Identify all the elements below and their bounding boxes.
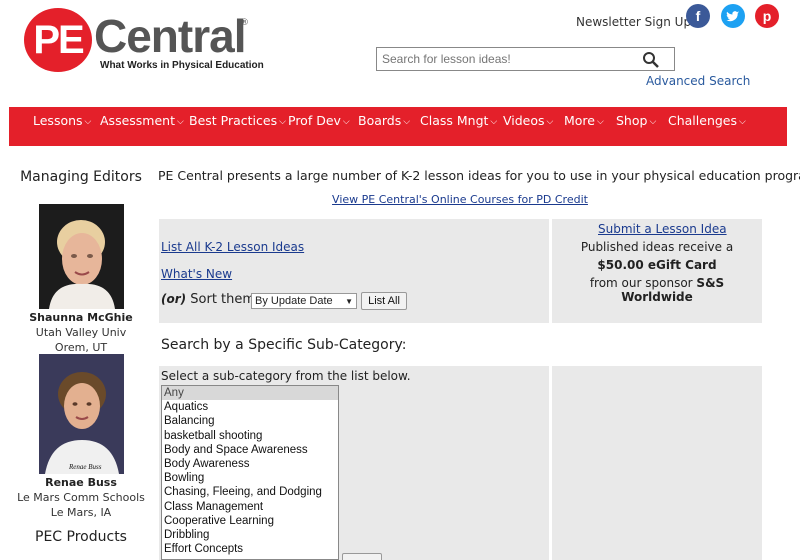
subcategory-option[interactable]: Body Awareness (162, 457, 338, 471)
managing-editors-title: Managing Editors (20, 169, 142, 185)
gift-card-amount: $50.00 eGift Card (597, 258, 717, 272)
editor-affiliation: Utah Valley Univ (35, 326, 127, 339)
nav-assessment-label: Assessment (100, 113, 175, 128)
list-all-button[interactable]: List All (361, 292, 407, 310)
chevron-down-icon: ⌵ (176, 117, 184, 127)
nav-more-label: More (564, 113, 595, 128)
subcategory-option[interactable]: Effort Concepts (162, 542, 338, 556)
editor-name: Renae Buss (45, 476, 117, 489)
portrait-image (39, 354, 124, 474)
chevron-down-icon: ⌵ (597, 117, 604, 127)
editor-location: Le Mars, IA (50, 506, 112, 519)
nav-boards-label: Boards (358, 113, 402, 128)
photo-caption: Renae Buss (69, 463, 102, 471)
pe-central-logo[interactable]: PE Central ® What Works in Physical Educ… (24, 8, 264, 76)
logo-pe-badge: PE (24, 8, 92, 72)
intro-text: PE Central presents a large number of K-… (158, 168, 800, 183)
sponsor-prefix: from our sponsor (589, 276, 693, 290)
subcategory-instructions: Select a sub-category from the list belo… (161, 369, 411, 383)
nav-lessons-label: Lessons (33, 113, 83, 128)
sort-label: Sort them: (190, 292, 260, 307)
sort-select-value: By Update Date (255, 295, 333, 307)
editor-affiliation: Le Mars Comm Schools (17, 491, 145, 504)
editor-location: Orem, UT (54, 341, 108, 354)
whats-new-link[interactable]: What's New (161, 267, 232, 281)
subcategory-option[interactable]: Balancing (162, 414, 338, 428)
nav-videos[interactable]: Videos ⌵ (503, 107, 553, 146)
subcategory-side-panel (552, 366, 762, 560)
nav-assessment[interactable]: Assessment ⌵ (100, 107, 184, 146)
sponsor-line: from our sponsor S&S Worldwide (552, 276, 762, 304)
submit-info-line1: Published ideas receive a (580, 240, 734, 254)
nav-shop[interactable]: Shop ⌵ (616, 107, 656, 146)
nav-boards[interactable]: Boards ⌵ (358, 107, 410, 146)
subcategory-option[interactable]: Dribbling (162, 528, 338, 542)
sort-select[interactable]: By Update Date ▼ (251, 293, 357, 309)
editor-photo-shaunna[interactable] (39, 204, 124, 309)
logo-tagline: What Works in Physical Education (100, 60, 264, 71)
chevron-down-icon: ⌵ (649, 117, 657, 127)
subcategory-option[interactable]: Body and Space Awareness (162, 443, 338, 457)
chevron-down-icon: ⌵ (739, 117, 746, 127)
submit-lesson-link[interactable]: Submit a Lesson Idea (598, 222, 727, 236)
nav-best-practices[interactable]: Best Practices ⌵ (189, 107, 286, 146)
subcategory-option[interactable]: Chasing, Fleeing, and Dodging (162, 485, 338, 499)
nav-challenges-label: Challenges (668, 113, 738, 128)
subcategory-option[interactable]: Bowling (162, 471, 338, 485)
subcategory-listbox[interactable]: Any Aquatics Balancing basketball shooti… (161, 385, 339, 560)
facebook-icon[interactable]: f (686, 4, 710, 28)
chevron-down-icon: ⌵ (342, 117, 350, 127)
newsletter-signup-link[interactable]: Newsletter Sign Up! (576, 15, 696, 29)
nav-more[interactable]: More ⌵ (564, 107, 604, 146)
editor-name: Shaunna McGhie (29, 311, 133, 324)
twitter-icon[interactable] (721, 4, 745, 28)
nav-shop-label: Shop (616, 113, 648, 128)
sort-or-label: (or) (161, 292, 187, 306)
nav-lessons[interactable]: Lessons ⌵ (33, 107, 91, 146)
dropdown-arrow-icon: ▼ (345, 297, 353, 306)
lesson-search-box (376, 47, 675, 71)
chevron-down-icon: ⌵ (546, 117, 554, 127)
chevron-down-icon: ⌵ (490, 117, 498, 127)
search-input[interactable] (377, 48, 637, 70)
nav-videos-label: Videos (503, 113, 545, 128)
editor-photo-renae[interactable]: Renae Buss (39, 354, 124, 474)
chevron-down-icon: ⌵ (84, 117, 92, 127)
list-all-k2-link[interactable]: List All K-2 Lesson Ideas (161, 240, 304, 254)
nav-best-practices-label: Best Practices (189, 113, 278, 128)
chevron-down-icon: ⌵ (403, 117, 411, 127)
online-courses-link[interactable]: View PE Central's Online Courses for PD … (160, 193, 760, 206)
sort-row: (or) Sort them: (161, 292, 259, 307)
nav-prof-dev[interactable]: Prof Dev ⌵ (288, 107, 350, 146)
search-icon[interactable] (642, 51, 660, 69)
pec-products-title: PEC Products (35, 529, 127, 545)
subcategory-option[interactable]: Any (162, 386, 338, 401)
subcategory-option[interactable]: Aquatics (162, 400, 338, 414)
subcategory-heading: Search by a Specific Sub-Category: (161, 337, 407, 353)
main-nav-bar: Lessons ⌵ Assessment ⌵ Best Practices ⌵ Pro… (9, 107, 787, 146)
subcategory-submit-button[interactable] (342, 553, 382, 560)
logo-registered-mark: ® (240, 18, 249, 28)
subcategory-option[interactable]: basketball shooting (162, 429, 338, 443)
nav-prof-dev-label: Prof Dev (288, 113, 341, 128)
portrait-image (39, 204, 124, 309)
twitter-bird-icon (726, 11, 739, 22)
pinterest-icon[interactable]: p (755, 4, 779, 28)
chevron-down-icon: ⌵ (279, 117, 286, 127)
logo-wordmark: Central (94, 10, 246, 62)
subcategory-option[interactable]: Class Management (162, 500, 338, 514)
nav-challenges[interactable]: Challenges ⌵ (668, 107, 746, 146)
advanced-search-link[interactable]: Advanced Search (646, 74, 750, 88)
nav-class-mngt-label: Class Mngt (420, 113, 489, 128)
nav-class-mngt[interactable]: Class Mngt ⌵ (420, 107, 497, 146)
subcategory-option[interactable]: Cooperative Learning (162, 514, 338, 528)
